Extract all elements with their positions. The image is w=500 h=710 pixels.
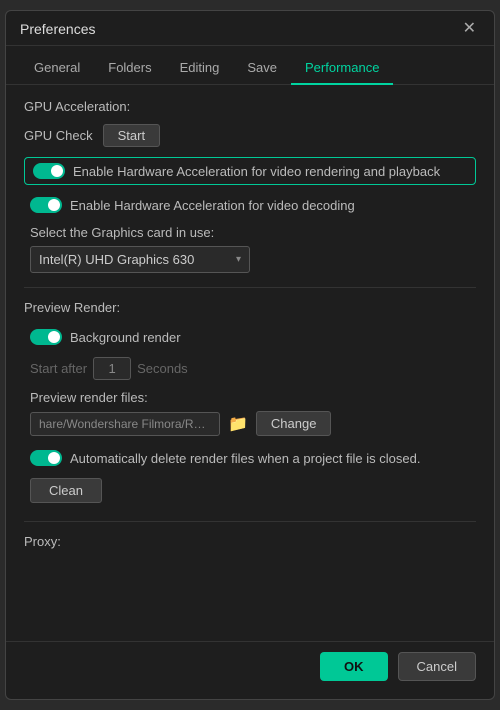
proxy-divider — [24, 521, 476, 522]
graphics-card-dropdown[interactable]: Intel(R) UHD Graphics 630 ▾ — [30, 246, 250, 273]
start-after-row: Start after Seconds — [30, 357, 476, 380]
folder-icon-button[interactable]: 📁 — [226, 414, 250, 434]
tab-editing[interactable]: Editing — [166, 54, 234, 85]
file-path-display: hare/Wondershare Filmora/Render — [30, 412, 220, 436]
gpu-section-label: GPU Acceleration: — [24, 99, 476, 114]
start-after-label: Start after — [30, 361, 87, 376]
dialog-footer: OK Cancel — [6, 641, 494, 689]
tabs-container: General Folders Editing Save Performance — [6, 46, 494, 85]
auto-delete-toggle[interactable] — [30, 450, 62, 466]
preview-files-label: Preview render files: — [30, 390, 476, 405]
dialog-title: Preferences — [20, 21, 95, 37]
tab-performance[interactable]: Performance — [291, 54, 393, 85]
bg-render-toggle[interactable] — [30, 329, 62, 345]
gpu-check-label: GPU Check — [24, 128, 93, 143]
gpu-check-row: GPU Check Start — [24, 124, 476, 147]
content-area: GPU Acceleration: GPU Check Start Enable… — [6, 85, 494, 641]
file-path-row: hare/Wondershare Filmora/Render 📁 Change — [30, 411, 476, 436]
auto-delete-label: Automatically delete render files when a… — [70, 451, 420, 466]
hw-accel-decode-toggle[interactable] — [30, 197, 62, 213]
bg-render-label: Background render — [70, 330, 181, 345]
change-button[interactable]: Change — [256, 411, 332, 436]
hw-accel-render-label: Enable Hardware Acceleration for video r… — [73, 164, 440, 179]
graphics-card-value: Intel(R) UHD Graphics 630 — [39, 252, 194, 267]
chevron-down-icon: ▾ — [236, 254, 241, 265]
hw-accel-render-row: Enable Hardware Acceleration for video r… — [24, 157, 476, 185]
hw-accel-decode-row: Enable Hardware Acceleration for video d… — [24, 193, 476, 217]
preferences-dialog: Preferences ✕ General Folders Editing Sa… — [5, 10, 495, 700]
graphics-card-label: Select the Graphics card in use: — [30, 225, 476, 240]
seconds-label: Seconds — [137, 361, 188, 376]
title-bar: Preferences ✕ — [6, 11, 494, 46]
auto-delete-row: Automatically delete render files when a… — [24, 446, 476, 470]
tab-general[interactable]: General — [20, 54, 94, 85]
clean-button[interactable]: Clean — [30, 478, 102, 503]
section-divider — [24, 287, 476, 288]
tab-folders[interactable]: Folders — [94, 54, 165, 85]
preview-render-label: Preview Render: — [24, 300, 476, 315]
start-after-input[interactable] — [93, 357, 131, 380]
gpu-start-button[interactable]: Start — [103, 124, 160, 147]
bg-render-row: Background render — [24, 325, 476, 349]
hw-accel-render-toggle[interactable] — [33, 163, 65, 179]
proxy-section-label: Proxy: — [24, 534, 476, 549]
tab-save[interactable]: Save — [233, 54, 291, 85]
folder-icon: 📁 — [228, 416, 248, 433]
cancel-button[interactable]: Cancel — [398, 652, 476, 681]
preview-render-section: Preview Render: Background render Start … — [24, 300, 476, 513]
hw-accel-decode-label: Enable Hardware Acceleration for video d… — [70, 198, 355, 213]
ok-button[interactable]: OK — [320, 652, 388, 681]
close-button[interactable]: ✕ — [459, 21, 480, 37]
